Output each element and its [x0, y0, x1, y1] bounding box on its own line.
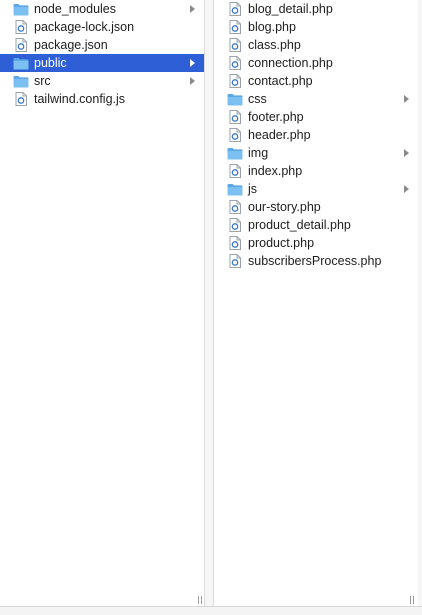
folder-icon	[13, 2, 29, 16]
file-icon	[13, 38, 29, 52]
folder-item-js[interactable]: js	[214, 180, 418, 198]
folder-item-img[interactable]: img	[214, 144, 418, 162]
folder-icon	[227, 146, 243, 160]
item-label: connection.php	[248, 56, 333, 70]
file-icon	[227, 74, 243, 88]
file-icon	[227, 254, 243, 268]
item-label: js	[248, 182, 258, 196]
file-icon	[227, 164, 243, 178]
file-item-package-lock-json[interactable]: package-lock.json	[0, 18, 204, 36]
file-item-footer-php[interactable]: footer.php	[214, 108, 418, 126]
item-label: css	[248, 92, 267, 106]
file-icon	[13, 20, 29, 34]
file-icon	[227, 2, 243, 16]
file-icon	[227, 38, 243, 52]
chevron-right-icon	[404, 149, 409, 157]
file-list: blog_detail.php blog.php class.php connecti…	[214, 0, 418, 270]
item-label: package-lock.json	[34, 20, 135, 34]
item-label: tailwind.config.js	[34, 92, 126, 106]
file-item-tailwind-config-js[interactable]: tailwind.config.js	[0, 90, 204, 108]
item-label: src	[34, 74, 51, 88]
file-item-subscribersprocess-php[interactable]: subscribersProcess.php	[214, 252, 418, 270]
chevron-right-icon	[404, 95, 409, 103]
chevron-right-icon	[404, 185, 409, 193]
item-label: contact.php	[248, 74, 313, 88]
file-item-blog-detail-php[interactable]: blog_detail.php	[214, 0, 418, 18]
file-icon	[227, 56, 243, 70]
column-resize-handle[interactable]	[198, 596, 202, 604]
folder-item-css[interactable]: css	[214, 90, 418, 108]
file-icon	[227, 200, 243, 214]
file-item-blog-php[interactable]: blog.php	[214, 18, 418, 36]
file-item-header-php[interactable]: header.php	[214, 126, 418, 144]
chevron-right-icon	[190, 77, 195, 85]
file-list: node_modules package-lock.json package.jso…	[0, 0, 204, 108]
chevron-right-icon	[190, 59, 195, 67]
item-label: blog.php	[248, 20, 296, 34]
item-label: product_detail.php	[248, 218, 351, 232]
file-icon	[227, 20, 243, 34]
file-item-product-php[interactable]: product.php	[214, 234, 418, 252]
finder-column-public[interactable]: blog_detail.php blog.php class.php connecti…	[213, 0, 419, 614]
column-divider	[418, 0, 422, 614]
file-item-package-json[interactable]: package.json	[0, 36, 204, 54]
item-label: node_modules	[34, 2, 117, 16]
item-label: our-story.php	[248, 200, 321, 214]
item-label: public	[34, 56, 67, 70]
file-icon	[13, 92, 29, 106]
item-label: class.php	[248, 38, 301, 52]
column-resize-handle[interactable]	[410, 596, 414, 604]
item-label: package.json	[34, 38, 108, 52]
item-label: product.php	[248, 236, 315, 250]
item-label: blog_detail.php	[248, 2, 333, 16]
file-item-our-story-php[interactable]: our-story.php	[214, 198, 418, 216]
item-label: footer.php	[248, 110, 304, 124]
file-icon	[227, 218, 243, 232]
file-item-index-php[interactable]: index.php	[214, 162, 418, 180]
item-label: index.php	[248, 164, 303, 178]
file-item-class-php[interactable]: class.php	[214, 36, 418, 54]
folder-item-src[interactable]: src	[0, 72, 204, 90]
folder-icon	[227, 182, 243, 196]
chevron-right-icon	[190, 5, 195, 13]
folder-item-node-modules[interactable]: node_modules	[0, 0, 204, 18]
file-icon	[227, 236, 243, 250]
file-icon	[227, 128, 243, 142]
file-item-product-detail-php[interactable]: product_detail.php	[214, 216, 418, 234]
folder-icon	[13, 56, 29, 70]
file-item-connection-php[interactable]: connection.php	[214, 54, 418, 72]
file-icon	[227, 110, 243, 124]
item-label: subscribersProcess.php	[248, 254, 382, 268]
column-divider	[205, 0, 213, 614]
file-item-contact-php[interactable]: contact.php	[214, 72, 418, 90]
finder-column-project[interactable]: node_modules package-lock.json package.jso…	[0, 0, 205, 614]
folder-icon	[13, 74, 29, 88]
folder-icon	[227, 92, 243, 106]
item-label: img	[248, 146, 269, 160]
folder-item-public[interactable]: public	[0, 54, 204, 72]
item-label: header.php	[248, 128, 311, 142]
